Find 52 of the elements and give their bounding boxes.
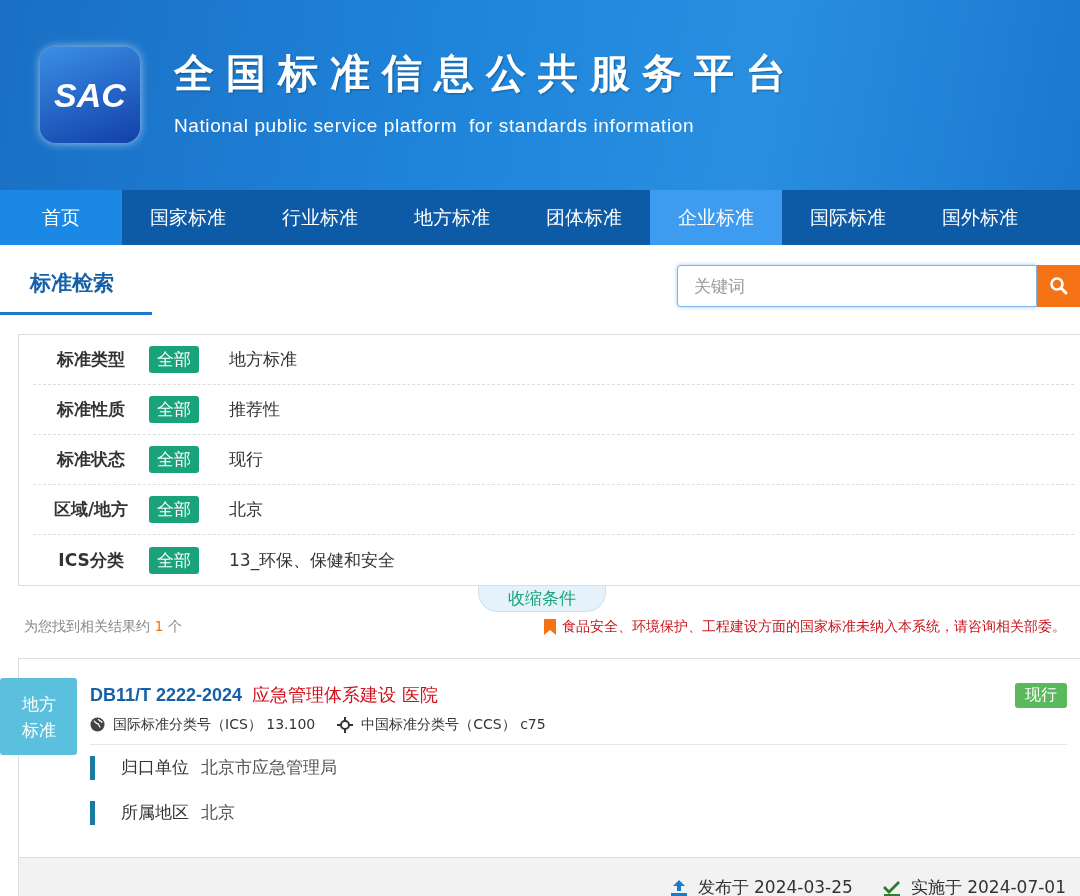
- crosshair-icon: [337, 716, 354, 733]
- accent-bar: [90, 755, 95, 780]
- nav-tab[interactable]: 地方标准: [386, 190, 518, 245]
- standard-code[interactable]: DB11/T 2222-2024: [90, 684, 243, 706]
- result-count: 为您找到相关结果约 1 个: [24, 618, 182, 636]
- filter-value: 推荐性: [229, 398, 280, 421]
- keyword-input[interactable]: 关键词: [677, 265, 1037, 307]
- nav-tab[interactable]: 行业标准: [254, 190, 386, 245]
- filter-label: 区域/地方: [52, 498, 130, 521]
- search-tab[interactable]: 标准检索: [0, 265, 152, 315]
- field-value: 北京市应急管理局: [201, 756, 337, 779]
- collapse-button[interactable]: 收缩条件: [478, 586, 606, 612]
- all-tag[interactable]: 全部: [149, 496, 199, 523]
- all-tag[interactable]: 全部: [149, 546, 199, 574]
- nav-tab[interactable]: 国际标准: [782, 190, 914, 245]
- nav-tab[interactable]: 团体标准: [518, 190, 650, 245]
- check-icon: [882, 878, 901, 896]
- upload-icon: [669, 878, 688, 896]
- field-value: 北京: [201, 801, 235, 824]
- filter-label: 标准状态: [55, 448, 126, 471]
- bookmark-icon: [544, 619, 556, 635]
- standard-name[interactable]: 应急管理体系建设 医院: [252, 683, 438, 707]
- site-title: 全国标准信息公共服务平台: [174, 48, 798, 98]
- filter-value: 地方标准: [229, 348, 297, 371]
- globe-icon: [90, 717, 105, 732]
- logo: SAC: [40, 47, 140, 143]
- filter-label: ICS分类: [57, 548, 125, 572]
- nav-tab[interactable]: 首页: [0, 190, 122, 245]
- nav-tab[interactable]: 国外标准: [914, 190, 1046, 245]
- all-tag[interactable]: 全部: [149, 346, 199, 373]
- filter-label: 标准类型: [55, 348, 126, 371]
- filter-value: 现行: [229, 448, 263, 471]
- nav-tab[interactable]: 国家标准: [122, 190, 254, 245]
- all-tag[interactable]: 全部: [149, 446, 199, 473]
- site-subtitle: National public service platform for standards information: [174, 114, 696, 137]
- search-button[interactable]: [1037, 265, 1080, 307]
- search-icon: [1048, 276, 1069, 296]
- accent-bar: [90, 800, 95, 825]
- notice-text: 食品安全、环境保护、工程建设方面的国家标准未纳入本系统，请咨询相关部委。: [562, 618, 1066, 636]
- filter-value: 北京: [229, 498, 263, 521]
- field-label: 归口单位: [121, 756, 189, 779]
- effective-date: 实施于 2024-07-01: [910, 876, 1066, 896]
- all-tag[interactable]: 全部: [149, 396, 199, 423]
- status-tag: 现行: [1015, 682, 1067, 708]
- filter-value: 13_环保、保健和安全: [229, 548, 396, 572]
- publish-date: 发布于 2024-03-25: [697, 876, 853, 896]
- filter-label: 标准性质: [55, 398, 126, 421]
- type-badge: 地方标准: [0, 678, 77, 755]
- nav-tab[interactable]: 企业标准: [650, 190, 782, 245]
- ccs-text: 中国标准分类号（CCS） c75: [361, 715, 546, 734]
- field-label: 所属地区: [121, 801, 189, 824]
- ics-text: 国际标准分类号（ICS） 13.100: [113, 715, 316, 734]
